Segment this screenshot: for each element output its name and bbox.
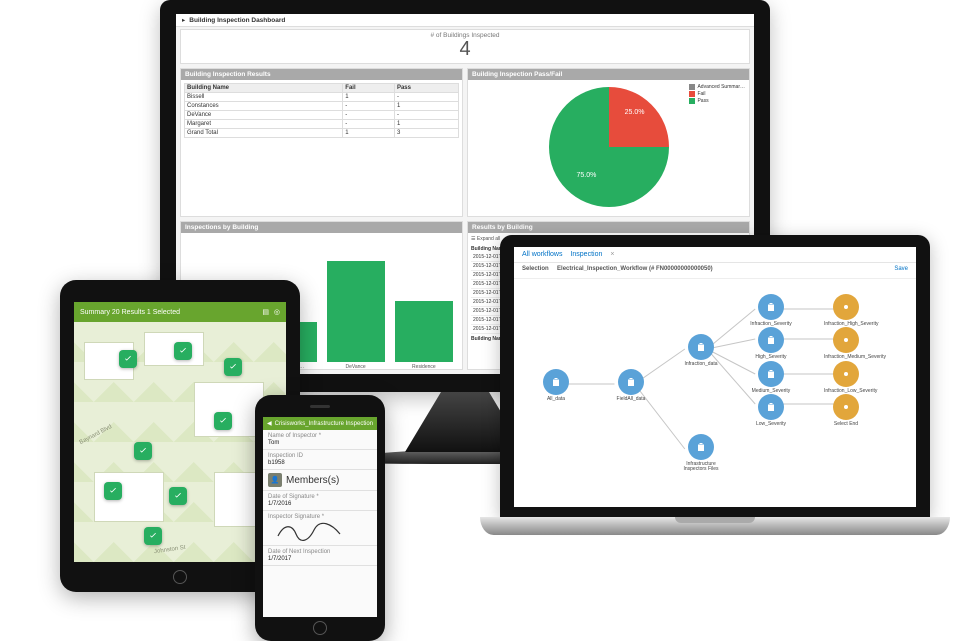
bar: Residence — [395, 301, 453, 362]
table-row[interactable]: Grand Total13 — [185, 129, 459, 138]
tab-all-workflows[interactable]: All workflows — [522, 251, 562, 258]
workflow-tabs: All workflows Inspection × — [514, 247, 916, 263]
pie-slice-label: 75.0% — [577, 172, 597, 179]
output-icon — [833, 361, 859, 387]
close-icon[interactable]: × — [610, 251, 614, 258]
map-pin[interactable] — [144, 527, 162, 545]
road-label: Johnston St — [154, 545, 186, 555]
locate-icon[interactable]: ◎ — [274, 309, 280, 316]
bar: DeVance — [327, 261, 385, 362]
dashboard-title: Building Inspection Dashboard — [189, 17, 285, 24]
output-icon — [833, 294, 859, 320]
workflow-node[interactable]: Infraction_Low_Severity — [824, 361, 868, 394]
phone-bezel: ◀ Crisisworks_Infrastructure Inspection … — [255, 395, 385, 641]
form-field[interactable]: Inspection ID b1958 — [263, 450, 377, 470]
workflow-name: Electrical_Inspection_Workflow (# FN0000… — [557, 266, 713, 272]
results-table: Building Name Fail Pass Bissell1- Consta… — [184, 83, 459, 138]
tab-inspection[interactable]: Inspection — [570, 251, 602, 258]
workflow-node[interactable]: Medium_Severity — [749, 361, 793, 394]
dashboard-header: ▸ Building Inspection Dashboard — [176, 14, 754, 27]
data-icon — [758, 294, 784, 320]
workflow-node[interactable]: All_data — [534, 369, 578, 402]
toolbar-item[interactable]: ☰ Expand all — [471, 236, 500, 242]
map-summary-text: Summary 20 Results 1 Selected — [80, 309, 180, 316]
avatar: 👤 — [268, 473, 282, 487]
back-icon[interactable]: ◀ — [267, 420, 272, 427]
form-field[interactable]: Date of Signature * 1/7/2016 — [263, 491, 377, 511]
data-icon — [688, 334, 714, 360]
phone-screen: ◀ Crisisworks_Infrastructure Inspection … — [263, 417, 377, 617]
workflow-node[interactable]: FieldAll_data — [609, 369, 653, 402]
tablet-home-button[interactable] — [173, 570, 187, 584]
laptop-device: All workflows Inspection × Selection Ele… — [500, 235, 930, 535]
phone-speaker — [310, 405, 330, 408]
data-icon — [758, 361, 784, 387]
layers-icon[interactable]: ▤ — [262, 309, 269, 316]
road-label: Baynard Blvd — [79, 424, 113, 446]
members-field[interactable]: 👤 Members(s) — [263, 470, 377, 491]
form-title: Crisisworks_Infrastructure Inspection — [275, 421, 373, 427]
kpi-value: 4 — [181, 39, 749, 59]
map-pin[interactable] — [214, 412, 232, 430]
pie-legend: Advanced Summar… Fail Pass — [689, 84, 745, 105]
map-pin[interactable] — [119, 350, 137, 368]
col-header: Fail — [343, 84, 395, 93]
panel-title: Results by Building — [468, 222, 749, 233]
workflow-node[interactable]: Low_Severity — [749, 394, 793, 427]
output-icon — [833, 394, 859, 420]
table-row[interactable]: Margaret-1 — [185, 120, 459, 129]
map-pin[interactable] — [104, 482, 122, 500]
laptop-bezel: All workflows Inspection × Selection Ele… — [500, 235, 930, 517]
panel-pie-chart: Building Inspection Pass/Fail 25.0% 75.0… — [467, 68, 750, 217]
data-icon — [618, 369, 644, 395]
form-header: ◀ Crisisworks_Infrastructure Inspection — [263, 417, 377, 430]
signature-field[interactable]: Inspector Signature * — [263, 511, 377, 546]
panel-title: Inspections by Building — [181, 222, 462, 233]
workflow-node[interactable]: Infrastructure Inspectors Files — [679, 434, 723, 473]
form-field[interactable]: Name of Inspector * Tom — [263, 430, 377, 450]
map-pin[interactable] — [174, 342, 192, 360]
map-toolbar: Summary 20 Results 1 Selected ▤ ◎ — [74, 302, 286, 322]
data-icon — [758, 327, 784, 353]
form-field[interactable]: Date of Next Inspection 1/7/2017 — [263, 546, 377, 566]
table-row[interactable]: Constances-1 — [185, 102, 459, 111]
data-icon — [543, 369, 569, 395]
map-pin[interactable] — [169, 487, 187, 505]
kpi-card: # of Buildings Inspected 4 — [180, 29, 750, 64]
phone-home-button[interactable] — [313, 621, 327, 635]
panel-title: Building Inspection Results — [181, 69, 462, 80]
col-header: Building Name — [185, 84, 343, 93]
output-icon — [833, 327, 859, 353]
col-header: Pass — [394, 84, 458, 93]
laptop-base — [480, 517, 950, 535]
table-row[interactable]: DeVance-- — [185, 111, 459, 120]
map-pin[interactable] — [224, 358, 242, 376]
members-label: Members(s) — [286, 475, 339, 486]
workflow-node[interactable]: Select End — [824, 394, 868, 427]
data-icon — [758, 394, 784, 420]
save-button[interactable]: Save — [894, 266, 908, 272]
workflow-node[interactable]: Infraction_Medium_Severity — [824, 327, 868, 360]
table-row[interactable]: Bissell1- — [185, 93, 459, 102]
workflow-canvas[interactable]: All_data FieldAll_data Infraction_data I… — [514, 279, 916, 489]
pie-slice-label: 25.0% — [625, 109, 645, 116]
panel-title: Building Inspection Pass/Fail — [468, 69, 749, 80]
workflow-node[interactable]: High_Severity — [749, 327, 793, 360]
map-pin[interactable] — [134, 442, 152, 460]
expand-icon[interactable]: ▸ — [182, 16, 185, 24]
panel-results-table: Building Inspection Results Building Nam… — [180, 68, 463, 217]
phone-device: ◀ Crisisworks_Infrastructure Inspection … — [255, 395, 385, 641]
workflow-node[interactable]: Infraction_data — [679, 334, 723, 367]
workflow-node[interactable]: Infraction_High_Severity — [824, 294, 868, 327]
workflow-node[interactable]: Infraction_Severity — [749, 294, 793, 327]
data-icon — [688, 434, 714, 460]
laptop-screen: All workflows Inspection × Selection Ele… — [514, 247, 916, 507]
signature-icon — [274, 520, 354, 542]
selection-label: Selection — [522, 266, 549, 272]
pie-chart: 25.0% 75.0% — [549, 87, 669, 207]
